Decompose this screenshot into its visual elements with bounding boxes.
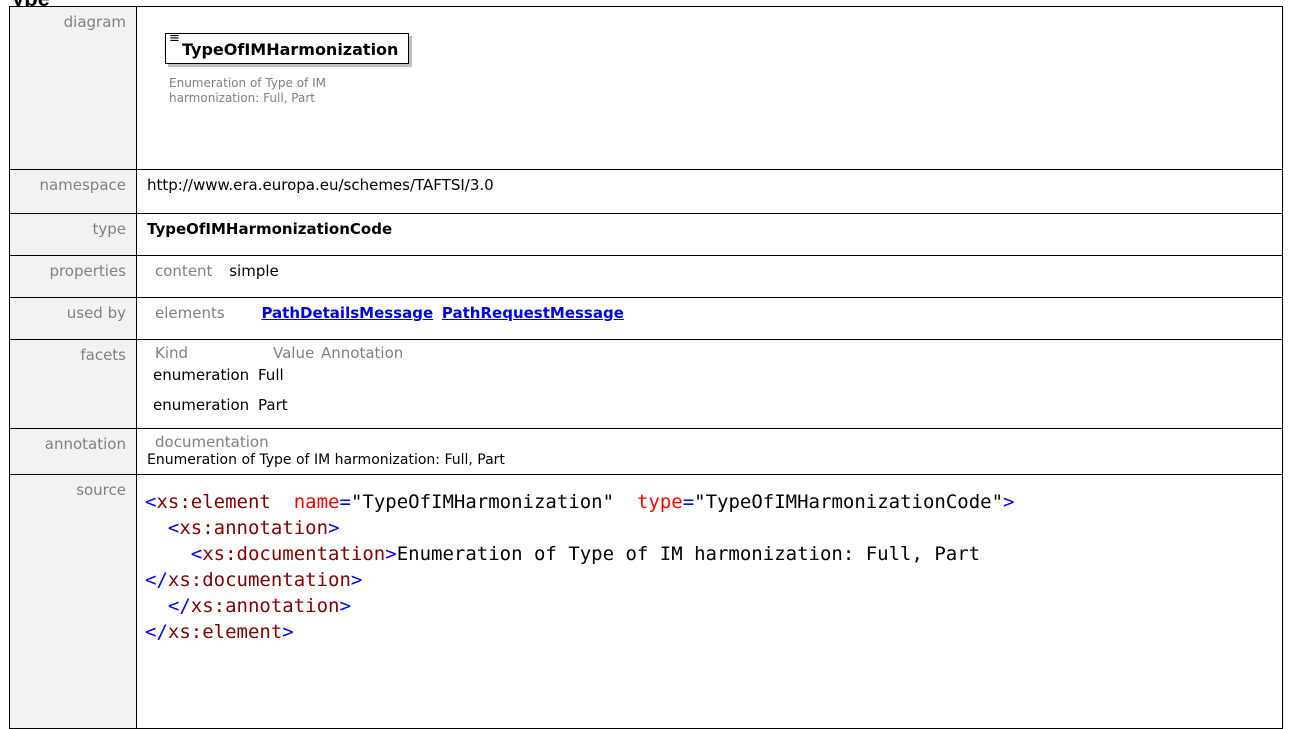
annotation-cell: documentation Enumeration of Type of IM …	[136, 428, 1283, 475]
link-path-request-message[interactable]: PathRequestMessage	[442, 304, 624, 322]
used-by-key: elements	[155, 304, 225, 322]
used-by-cell: elements PathDetailsMessage PathRequestM…	[136, 297, 1283, 340]
facet-row: enumeration Full	[147, 366, 1272, 392]
properties-value: simple	[229, 262, 279, 280]
facet-kind: enumeration	[153, 396, 250, 414]
facet-row: enumeration Part	[147, 396, 1272, 422]
diagram-description-line2: harmonization: Full, Part	[169, 91, 315, 105]
annotation-label: annotation	[9, 428, 137, 475]
properties-label: properties	[9, 255, 137, 298]
diagram-description-line1: Enumeration of Type of IM	[169, 76, 326, 90]
diagram: ≡ TypeOfIMHarmonization Enumeration of T…	[165, 31, 410, 106]
namespace-value: http://www.era.europa.eu/schemes/TAFTSI/…	[136, 169, 1283, 214]
namespace-label: namespace	[9, 169, 137, 214]
facets-label: facets	[9, 339, 137, 429]
source-cell: <xs:element name="TypeOfIMHarmonization"…	[136, 474, 1283, 729]
facet-value: Full	[258, 366, 284, 384]
facets-header-annotation: Annotation	[321, 344, 404, 362]
diagram-label: diagram	[9, 6, 137, 170]
facets-header-value: Value	[273, 344, 315, 362]
element-doc-table: diagram ≡ TypeOfIMHarmonization Enumerat…	[9, 6, 1283, 729]
type-label: type	[9, 213, 137, 256]
used-by-label: used by	[9, 297, 137, 340]
facets-header: Kind Value Annotation	[147, 344, 1272, 362]
properties-key: content	[155, 262, 213, 280]
link-path-details-message[interactable]: PathDetailsMessage	[261, 304, 433, 322]
facets-header-kind: Kind	[155, 344, 189, 362]
diagram-element-box[interactable]: ≡ TypeOfIMHarmonization	[165, 31, 410, 64]
documentation-text: Enumeration of Type of IM harmonization:…	[147, 452, 505, 468]
enumeration-list-icon: ≡	[169, 31, 180, 46]
diagram-element-name: TypeOfIMHarmonization	[182, 40, 399, 59]
diagram-cell: ≡ TypeOfIMHarmonization Enumeration of T…	[136, 6, 1283, 170]
facet-value: Part	[258, 396, 288, 414]
facet-kind: enumeration	[153, 366, 250, 384]
documentation-key: documentation	[155, 433, 269, 451]
type-value: TypeOfIMHarmonizationCode	[136, 213, 1283, 256]
source-label: source	[9, 474, 137, 729]
facets-cell: Kind Value Annotation enumeration Full enum…	[136, 339, 1283, 429]
properties-cell: content simple	[136, 255, 1283, 298]
diagram-description: Enumeration of Type of IM harmonization:…	[169, 76, 369, 106]
source-code: <xs:element name="TypeOfIMHarmonization"…	[145, 491, 1015, 643]
